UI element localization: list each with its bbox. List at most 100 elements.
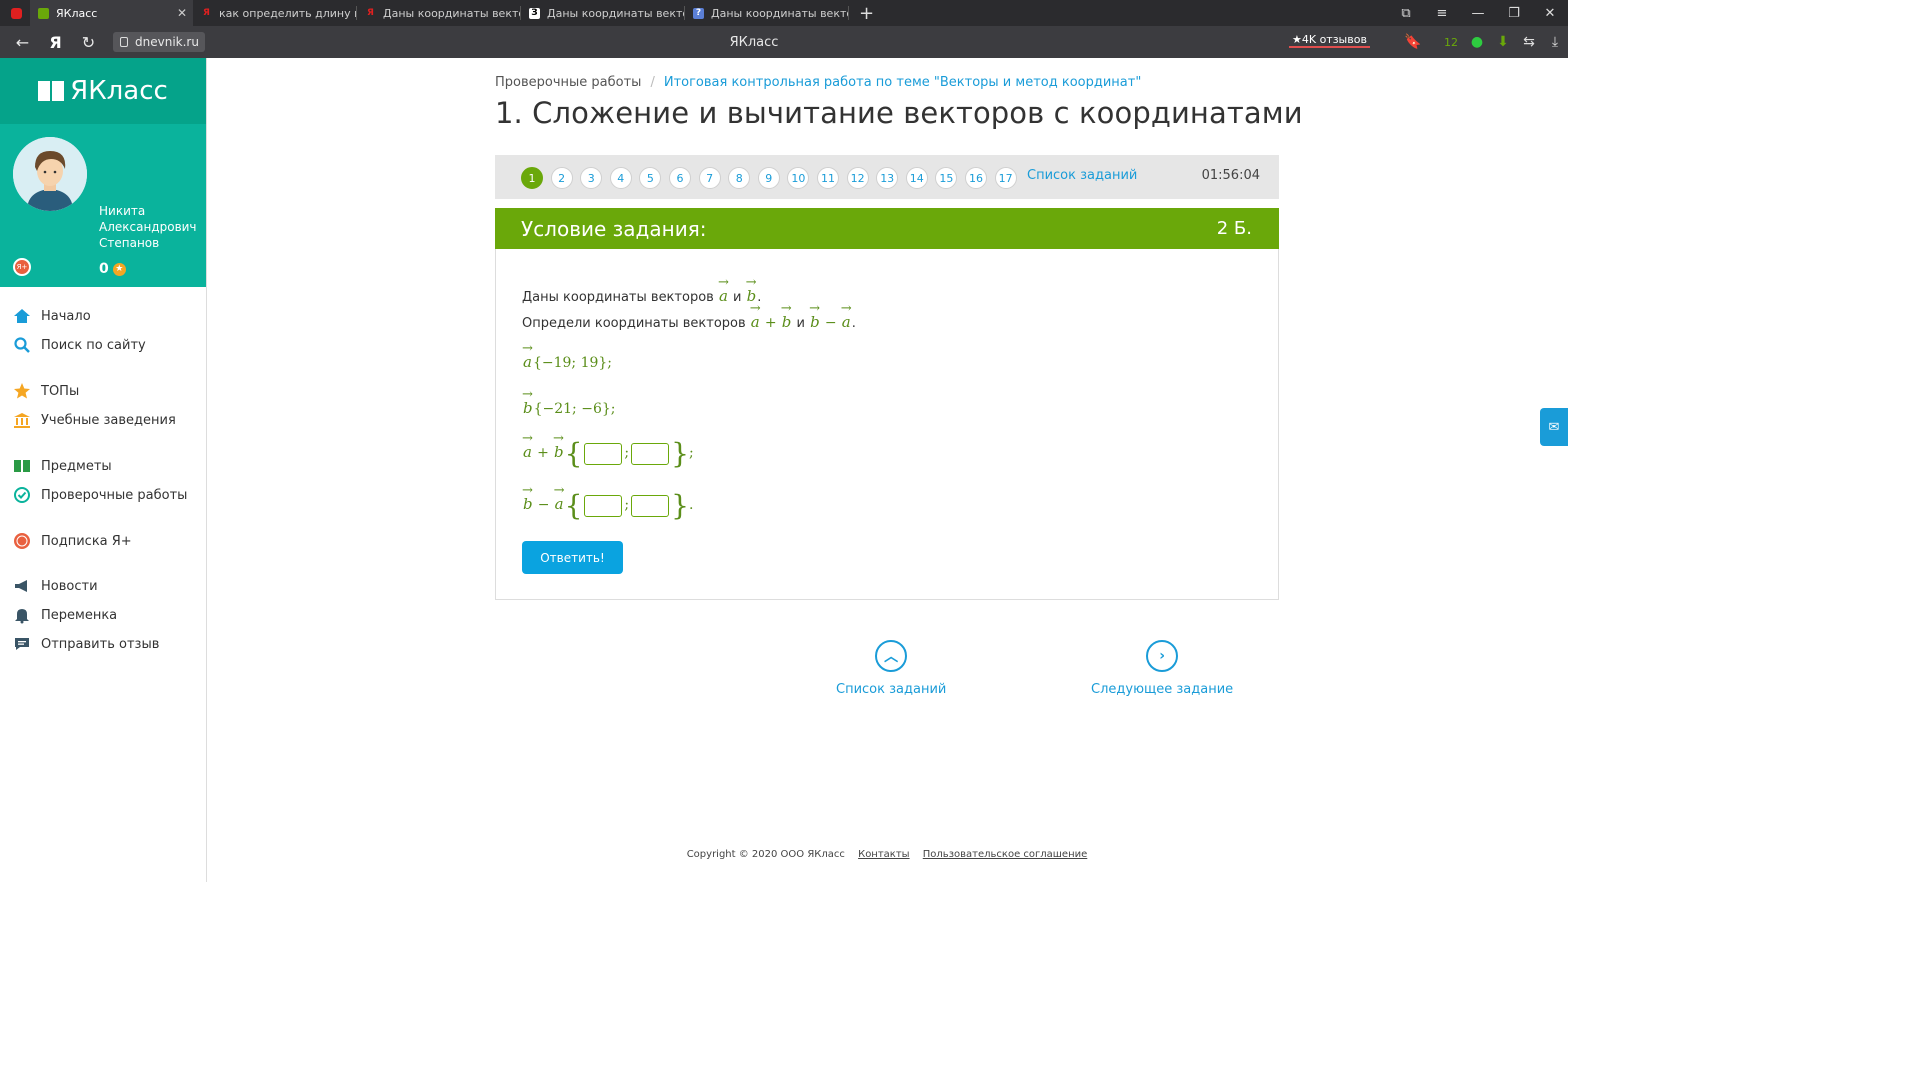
pager-item-16[interactable]: 16: [965, 167, 987, 189]
vector-b-coordinates: b{−21; −6};: [522, 387, 616, 417]
browser-tab-2[interactable]: Я как определить длину век: [193, 0, 356, 26]
site-logo[interactable]: ЯКласс: [0, 58, 206, 124]
bell-icon: [13, 606, 31, 624]
bottom-task-list-link[interactable]: ︿ Список заданий: [836, 640, 946, 697]
task-list-link[interactable]: Список заданий: [1027, 168, 1137, 183]
pager-item-13[interactable]: 13: [876, 167, 899, 189]
question-favicon-icon: ?: [693, 7, 704, 19]
pager-item-6[interactable]: 6: [669, 167, 691, 189]
breadcrumb-root[interactable]: Проверочные работы: [495, 75, 641, 90]
vector-a: a: [718, 275, 729, 305]
vector-a-coordinates: a{−19; 19};: [522, 341, 612, 371]
pager-item-12[interactable]: 12: [846, 167, 869, 189]
user-points: 0 ★: [99, 261, 126, 277]
sum-answer-row: a + b{;};: [522, 431, 694, 470]
sum-y-input[interactable]: [631, 442, 670, 465]
profile-block: Я+ Никита Александрович Степанов 0 ★ Мой…: [0, 124, 206, 339]
download-arrow-icon[interactable]: ⬇: [1490, 34, 1516, 50]
new-tab-icon[interactable]: +: [849, 3, 884, 24]
contacts-link[interactable]: Контакты: [858, 849, 909, 860]
extension-icon[interactable]: 12: [1438, 36, 1464, 49]
yandex-favicon-icon: Я: [367, 8, 374, 18]
avatar[interactable]: [13, 137, 87, 211]
answer-button[interactable]: Ответить!: [522, 541, 623, 574]
pager-item-9[interactable]: 9: [757, 167, 780, 189]
diff-y-input[interactable]: [631, 494, 670, 517]
user-agreement-link[interactable]: Пользовательское соглашение: [923, 849, 1088, 860]
reviews-badge[interactable]: ★4K отзывов: [1289, 33, 1370, 48]
menu-icon[interactable]: ≡: [1424, 6, 1460, 21]
pager-item-3[interactable]: 3: [580, 167, 603, 189]
book-icon: [13, 457, 31, 475]
breadcrumb-current[interactable]: Итоговая контрольная работа по теме "Век…: [664, 75, 1141, 90]
check-circle-icon: [13, 486, 31, 504]
task-header: Условие задания: 2 Б.: [495, 208, 1279, 249]
diary-icon: [99, 311, 110, 322]
pager-item-7[interactable]: 7: [698, 167, 721, 189]
task-text-line2: Определи координаты векторов a + b и b −…: [522, 301, 856, 331]
chevron-right-icon: ›: [1146, 640, 1179, 672]
yaklass-favicon-icon: [38, 7, 49, 19]
task-text-line1: Даны координаты векторов a и b.: [522, 275, 761, 305]
pager-item-4[interactable]: 4: [609, 167, 632, 189]
pager-item-14[interactable]: 14: [905, 167, 928, 189]
protect-check-icon[interactable]: ●: [1464, 34, 1490, 50]
sidebar-item-tests[interactable]: Проверочные работы: [13, 486, 187, 504]
task-card: Условие задания: 2 Б. Даны координаты ве…: [495, 208, 1279, 600]
downloads-icon[interactable]: ⤓: [1542, 34, 1568, 50]
pager-item-2[interactable]: 2: [550, 167, 573, 189]
sidebar-item-search[interactable]: Поиск по сайту: [13, 336, 146, 354]
bookmarks-icon[interactable]: ⧉: [1388, 6, 1424, 21]
yandex-favicon-icon: Я: [203, 8, 210, 18]
home-icon: [13, 307, 31, 325]
sum-x-input[interactable]: [584, 442, 623, 465]
breadcrumb: Проверочные работы / Итоговая контрольная …: [495, 75, 1142, 90]
sidebar-item-schools[interactable]: Учебные заведения: [13, 411, 176, 429]
znanija-favicon-icon: З: [529, 7, 540, 19]
school-icon: [13, 411, 31, 429]
browser-tab-5[interactable]: ? Даны координаты вектор: [685, 0, 848, 26]
browser-tab-1[interactable]: ЯКласс ✕: [30, 0, 193, 26]
star-icon: [13, 382, 31, 400]
browser-tab-3[interactable]: Я Даны координаты векторо: [357, 0, 520, 26]
sidebar-item-subscription[interactable]: Подписка Я+: [13, 532, 132, 550]
megaphone-icon: [13, 577, 31, 595]
close-tab-icon[interactable]: ✕: [177, 6, 187, 20]
browser-tab-4[interactable]: З Даны координаты вектор: [521, 0, 684, 26]
restore-icon[interactable]: ❐: [1496, 6, 1532, 21]
sidebar-item-home[interactable]: Начало: [13, 307, 91, 325]
pager-item-15[interactable]: 15: [935, 167, 958, 189]
minimize-icon[interactable]: —: [1460, 6, 1496, 21]
pager-item-11[interactable]: 11: [817, 167, 839, 189]
book-logo-icon: [38, 81, 65, 101]
pager-item-1[interactable]: 1: [521, 167, 543, 189]
pager-item-17[interactable]: 17: [994, 167, 1017, 189]
task-pager: Список заданий 01:56:04 1 2 3 4 5 6 7 8 9 10 11 12 1…: [495, 155, 1279, 199]
pager-item-5[interactable]: 5: [639, 167, 662, 189]
user-name[interactable]: Никита Александрович Степанов: [99, 203, 197, 251]
sidebar-item-subjects[interactable]: Предметы: [13, 457, 112, 475]
bookmark-icon[interactable]: 🔖: [1400, 34, 1426, 50]
sidebar-item-break[interactable]: Переменка: [13, 606, 117, 624]
page-title: 1. Сложение и вычитание векторов с коорд…: [495, 96, 1303, 130]
diff-x-input[interactable]: [584, 494, 623, 517]
next-task-link[interactable]: › Следующее задание: [1091, 640, 1233, 697]
sidebar-item-news[interactable]: Новости: [13, 577, 98, 595]
pager-item-8[interactable]: 8: [728, 167, 751, 189]
browser-tab-bar: ЯКласс ✕ Я как определить длину век Я Да…: [0, 0, 1568, 26]
mail-icon[interactable]: ✉: [1540, 408, 1568, 446]
page-title-in-addressbar: ЯКласс: [729, 34, 779, 50]
footer: Copyright © 2020 ООО ЯКласс Контакты Пол…: [686, 849, 1088, 860]
sidebar-item-tops[interactable]: ТОПы: [13, 382, 79, 400]
chevron-up-icon: ︿: [875, 640, 908, 672]
pager-item-10[interactable]: 10: [787, 167, 810, 189]
sidebar: ЯКласс Я+ Никита Александрович Степанов …: [0, 58, 207, 882]
difference-answer-row: b − a{;}.: [522, 483, 693, 522]
youtube-icon[interactable]: [11, 7, 22, 19]
search-icon: [13, 336, 31, 354]
translate-icon[interactable]: ⇆: [1516, 34, 1542, 50]
close-window-icon[interactable]: ✕: [1532, 6, 1568, 21]
comment-icon: [13, 635, 31, 653]
my-profile-link[interactable]: Мой профиль: [99, 289, 204, 302]
sidebar-item-feedback[interactable]: Отправить отзыв: [13, 635, 159, 653]
